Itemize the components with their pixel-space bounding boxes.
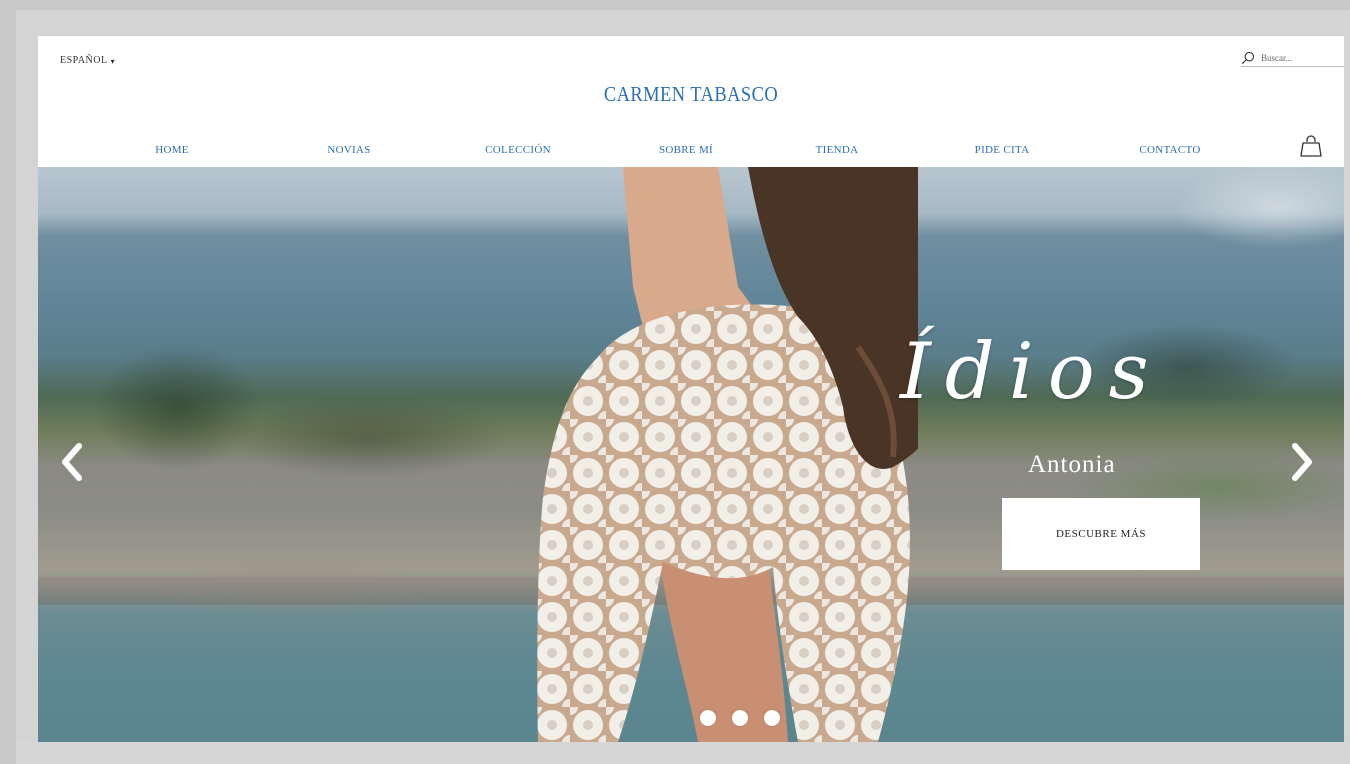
slider-next-button[interactable]: [1282, 437, 1322, 487]
chevron-left-icon: [62, 443, 82, 481]
nav-item-tienda[interactable]: TIENDA: [816, 144, 859, 156]
search-input[interactable]: [1261, 52, 1331, 63]
slide-title: Ídios: [900, 327, 1163, 417]
nav-item-coleccion[interactable]: COLECCIÓN: [485, 144, 551, 156]
shopping-bag-icon[interactable]: [1300, 134, 1322, 158]
nav-item-home[interactable]: HOME: [155, 144, 189, 156]
slider-dot-1[interactable]: [700, 710, 716, 726]
nav-item-novias[interactable]: NOVIAS: [327, 144, 370, 156]
slider-pagination: [700, 710, 780, 726]
hero-slider: Ídios Antonia DESCUBRE MÁS: [38, 167, 1344, 742]
site-header: ESPAÑOL ▾ CARMEN TABASCO HOME NOVIAS COL…: [38, 36, 1344, 167]
window-frame-top: [16, 10, 1350, 36]
discover-more-button[interactable]: DESCUBRE MÁS: [1002, 498, 1200, 570]
window-frame-right: [1344, 36, 1350, 742]
main-navigation: HOME NOVIAS COLECCIÓN SOBRE MÍ TIENDA PI…: [38, 144, 1344, 164]
window-frame-bottom: [16, 742, 1350, 764]
slider-dot-2[interactable]: [732, 710, 748, 726]
hero-model-image: [537, 167, 918, 742]
slide-subtitle: Antonia: [1028, 451, 1116, 478]
nav-item-contacto[interactable]: CONTACTO: [1139, 144, 1200, 156]
search-icon[interactable]: [1241, 51, 1255, 65]
search-box[interactable]: [1241, 49, 1344, 67]
slider-dot-3[interactable]: [764, 710, 780, 726]
chevron-right-icon: [1292, 443, 1312, 481]
web-page: ESPAÑOL ▾ CARMEN TABASCO HOME NOVIAS COL…: [38, 36, 1344, 742]
nav-item-pide-cita[interactable]: PIDE CITA: [975, 144, 1030, 156]
site-logo[interactable]: CARMEN TABASCO: [116, 82, 1265, 107]
language-label: ESPAÑOL: [60, 55, 108, 66]
language-selector[interactable]: ESPAÑOL ▾: [60, 55, 115, 66]
chevron-down-icon: ▾: [110, 57, 116, 66]
slider-prev-button[interactable]: [52, 437, 92, 487]
window-frame-left: [16, 36, 38, 742]
nav-item-sobre-mi[interactable]: SOBRE MÍ: [659, 144, 713, 156]
